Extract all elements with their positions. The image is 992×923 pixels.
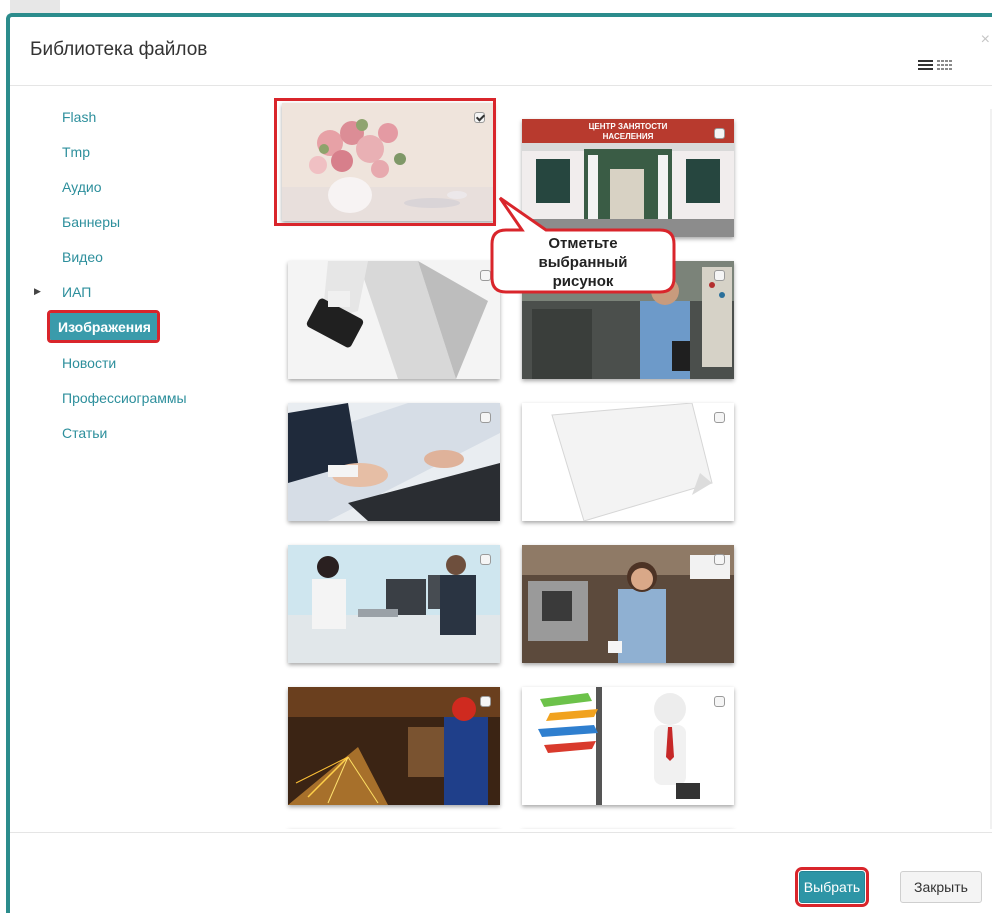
close-icon[interactable]: × [981,31,990,49]
dialog-footer: Выбрать Закрыть [10,832,992,923]
folder-iap[interactable]: ИАП [62,284,91,300]
dialog-title: Библиотека файлов [30,39,208,60]
briefcase-image [288,261,500,379]
select-checkbox[interactable] [714,696,725,707]
barista-image [522,545,734,663]
close-button[interactable]: Закрыть [900,871,982,903]
list-view-icon[interactable] [918,60,933,70]
image-thumb-barista[interactable] [522,545,734,663]
paper-image [522,403,734,521]
folder-audio[interactable]: Аудио [62,179,102,195]
signpost-image [522,687,734,805]
folder-news[interactable]: Новости [62,355,116,371]
image-thumb-signpost[interactable] [522,687,734,805]
image-thumb-office-workers[interactable] [288,545,500,663]
image-thumb-keyboard[interactable] [288,403,500,521]
callout-bubble: Отметьте выбранный рисунок [488,196,678,296]
folder-flash[interactable]: Flash [62,109,96,125]
callout-text: Отметьте выбранный рисунок [488,234,678,291]
building-image: ЦЕНТР ЗАНЯТОСТИ НАСЕЛЕНИЯ [522,119,734,237]
svg-text:НАСЕЛЕНИЯ: НАСЕЛЕНИЯ [603,132,654,141]
image-thumb-paper[interactable] [522,403,734,521]
roses-image [282,103,494,221]
welder-image [288,687,500,805]
callout-line-3: рисунок [552,273,614,290]
select-checkbox[interactable] [714,412,725,423]
grid-view-icon[interactable] [937,60,952,70]
svg-text:ЦЕНТР ЗАНЯТОСТИ: ЦЕНТР ЗАНЯТОСТИ [589,122,668,131]
keyboard-image [288,403,500,521]
image-grid: ЦЕНТР ЗАНЯТОСТИ НАСЕЛЕНИЯ [272,95,992,829]
callout-line-1: Отметьте [548,235,618,252]
select-checkbox[interactable] [714,554,725,565]
folder-banners[interactable]: Баннеры [62,214,120,230]
folder-tmp[interactable]: Tmp [62,144,90,160]
image-thumb-welder[interactable] [288,687,500,805]
view-toggle [918,57,954,73]
select-checkbox[interactable] [714,128,725,139]
folder-video[interactable]: Видео [62,249,103,265]
image-thumb-roses[interactable] [282,103,494,221]
select-checkbox[interactable] [480,554,491,565]
office-image [288,545,500,663]
folder-images[interactable]: Изображения [47,310,160,343]
folder-articles[interactable]: Статьи [62,425,107,441]
folder-professiograms[interactable]: Профессиограммы [62,390,187,406]
image-thumb-briefcase[interactable] [288,261,500,379]
select-button[interactable]: Выбрать [795,867,869,907]
select-checkbox[interactable] [480,412,491,423]
caret-right-icon[interactable]: ▶ [34,286,41,297]
image-thumb-employment-center[interactable]: ЦЕНТР ЗАНЯТОСТИ НАСЕЛЕНИЯ [522,119,734,237]
file-library-dialog: Библиотека файлов × Flash Tmp Аудио Банн… [6,13,992,913]
window-tab [10,0,60,14]
select-checkbox[interactable] [714,270,725,281]
select-checkbox[interactable] [480,696,491,707]
dialog-header: Библиотека файлов × [10,17,992,86]
select-checkbox[interactable] [474,112,485,123]
callout-line-2: выбранный [538,254,628,271]
